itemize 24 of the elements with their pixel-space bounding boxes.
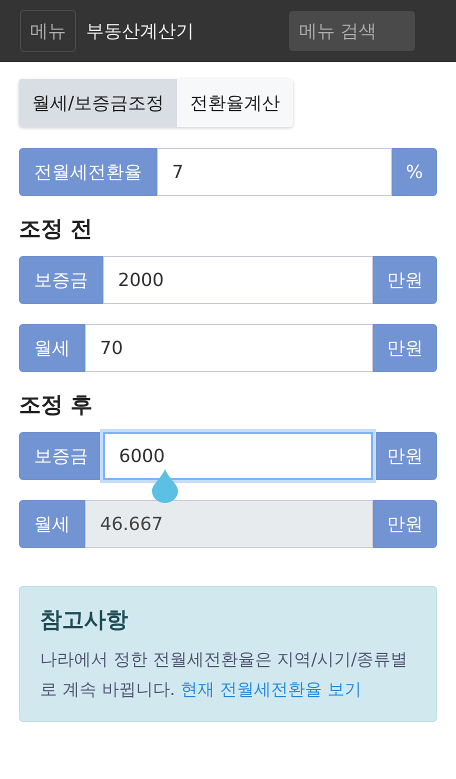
unit-label: % bbox=[392, 148, 437, 196]
unit-label: 만원 bbox=[373, 324, 437, 372]
info-text: 나라에서 정한 전월세전환율은 지역/시기/종류별로 계속 바뀝니다. 현재 전월세전환율 보기 bbox=[40, 649, 409, 702]
app-title: 부동산계산기 bbox=[86, 20, 194, 43]
input-field[interactable]: 2000 bbox=[103, 256, 373, 304]
unit-label: 만원 bbox=[373, 432, 437, 480]
field-label: 전월세전환율 bbox=[19, 148, 157, 196]
input-field[interactable]: 6000 bbox=[103, 432, 373, 480]
tab[interactable]: 월세/보증금조정 bbox=[19, 79, 178, 127]
unit-label: 만원 bbox=[373, 500, 437, 548]
field-label: 보증금 bbox=[19, 432, 103, 480]
tab[interactable]: 전환율계산 bbox=[177, 79, 294, 127]
unit-label: 만원 bbox=[373, 256, 437, 304]
section-heading: 조정 후 bbox=[19, 392, 94, 420]
section-heading: 조정 전 bbox=[19, 216, 94, 244]
input-field[interactable]: 7 bbox=[157, 148, 392, 196]
field-label: 월세 bbox=[19, 324, 85, 372]
menu-button[interactable]: 메뉴 bbox=[20, 10, 76, 52]
cursor-handle-icon[interactable] bbox=[151, 469, 179, 503]
field-label: 보증금 bbox=[19, 256, 103, 304]
info-title: 참고사항 bbox=[40, 607, 129, 635]
input-field[interactable]: 70 bbox=[85, 324, 373, 372]
search-field[interactable]: 메뉴 검색 bbox=[289, 11, 415, 51]
field-label: 월세 bbox=[19, 500, 85, 548]
